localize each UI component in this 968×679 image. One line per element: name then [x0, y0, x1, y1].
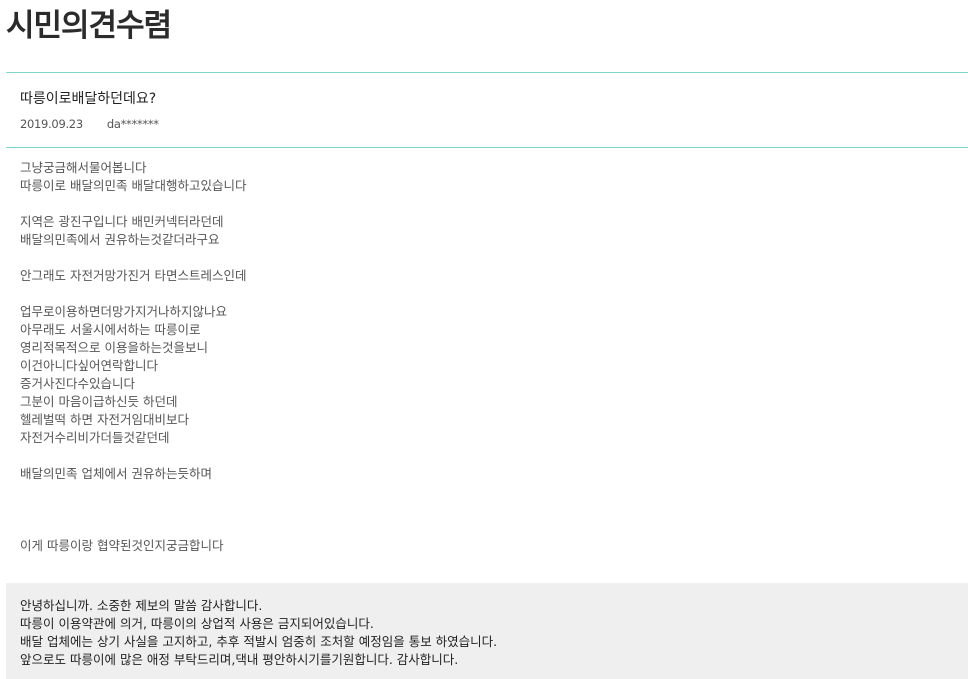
- page: 시민의견수렴 따릉이로배달하던데요? 2019.09.23 da******* 그…: [0, 0, 968, 679]
- reply-line: 안녕하십니까. 소중한 제보의 말씀 감사합니다.: [20, 598, 263, 613]
- body-line: [20, 285, 950, 303]
- body-line: [20, 195, 950, 213]
- body-line: 배달의민족 업체에서 권유하는듯하며: [20, 466, 212, 481]
- page-title: 시민의견수렴: [6, 8, 172, 44]
- admin-reply-box: 안녕하십니까. 소중한 제보의 말씀 감사합니다. 따릉이 이용약관에 의거, …: [6, 583, 968, 679]
- body-line: 배달의민족에서 권유하는것같더라구요: [20, 232, 220, 247]
- post-body: 그냥궁금해서물어봅니다 따릉이로 배달의민족 배달대행하고있습니다 지역은 광진…: [20, 159, 950, 555]
- body-line: 업무로이용하면더망가지거나하지않나요: [20, 304, 228, 319]
- body-line: [20, 483, 950, 501]
- body-line: [20, 249, 950, 267]
- body-line: 헬레벌떡 하면 자전거임대비보다: [20, 412, 189, 427]
- post-header: 따릉이로배달하던데요? 2019.09.23 da*******: [6, 72, 968, 148]
- body-line: 증거사진다수있습니다: [20, 376, 136, 391]
- body-line: [20, 501, 950, 519]
- reply-line: 앞으로도 따릉이에 많은 애정 부탁드리며,댁내 평안하시기를기원합니다. 감사…: [20, 652, 459, 667]
- post-author: da*******: [106, 117, 159, 131]
- body-line: 그분이 마음이급하신듯 하던데: [20, 394, 178, 409]
- post-meta: 2019.09.23 da*******: [20, 116, 159, 132]
- body-line: 영리적목적으로 이용을하는것을보니: [20, 340, 208, 355]
- body-line: [20, 447, 950, 465]
- admin-reply-body: 안녕하십니까. 소중한 제보의 말씀 감사합니다. 따릉이 이용약관에 의거, …: [20, 597, 497, 669]
- reply-line: 따릉이 이용약관에 의거, 따릉이의 상업적 사용은 금지되어있습니다.: [20, 616, 374, 631]
- body-line: 이게 따릉이랑 협약된것인지궁금합니다: [20, 538, 224, 553]
- post-title: 따릉이로배달하던데요?: [20, 91, 157, 107]
- body-line: 안그래도 자전거망가진거 타면스트레스인데: [20, 268, 247, 283]
- post-date: 2019.09.23: [20, 117, 83, 131]
- body-line: 그냥궁금해서물어봅니다: [20, 160, 147, 175]
- body-line: [20, 519, 950, 537]
- body-line: 따릉이로 배달의민족 배달대행하고있습니다: [20, 178, 247, 193]
- body-line: 지역은 광진구입니다 배민커넥터라던데: [20, 214, 224, 229]
- body-line: 아무래도 서울시에서하는 따릉이로: [20, 322, 201, 337]
- body-line: 자전거수리비가더들것같던데: [20, 430, 170, 445]
- body-line: 이건아니다싶어연락합니다: [20, 358, 159, 373]
- reply-line: 배달 업체에는 상기 사실을 고지하고, 추후 적발시 엄중히 조처할 예정임을…: [20, 634, 498, 649]
